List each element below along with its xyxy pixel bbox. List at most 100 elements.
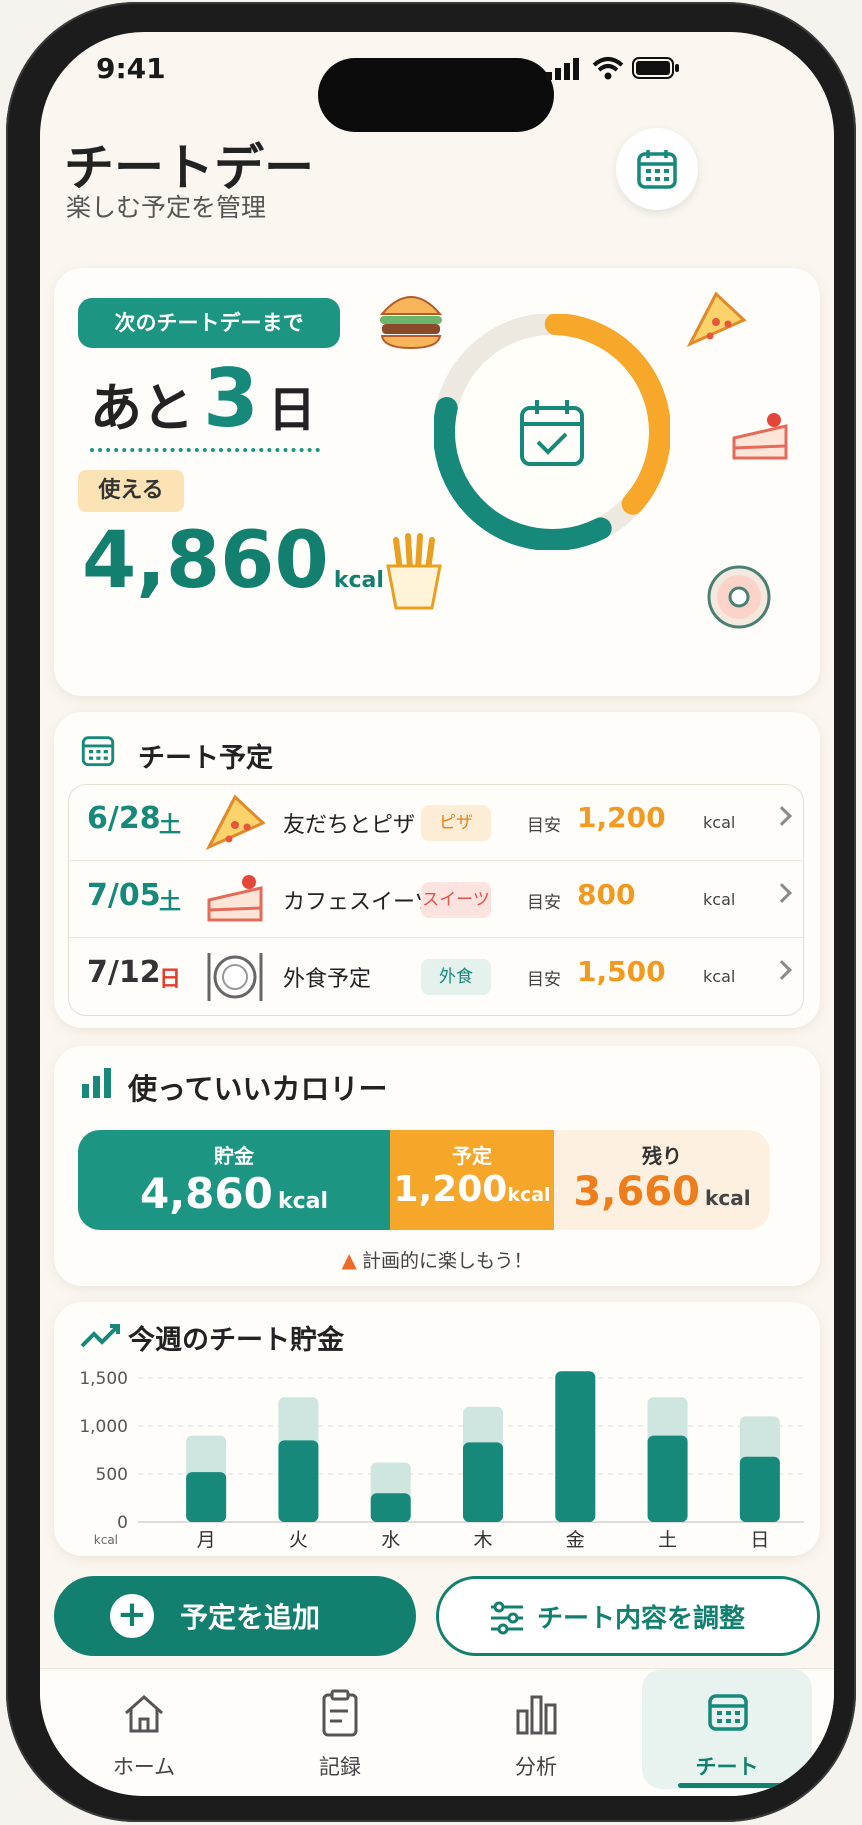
pizza-slice-icon xyxy=(686,291,747,348)
remaining-value-wrap: 3,660 kcal xyxy=(554,1169,770,1215)
saving-unit: kcal xyxy=(277,1189,328,1214)
screen: 9:41 チートデー 楽しむ予定を管理 次のチートデーまで あと 3 日 使える… xyxy=(40,32,834,1796)
x-tick-label: 月 xyxy=(197,1529,216,1551)
schedule-dow: 土 xyxy=(159,890,182,915)
bar-front xyxy=(370,1493,411,1522)
calories-note-wrap: ▲ 計画的に楽しもう！ xyxy=(54,1246,820,1273)
tab-record-label: 記録 xyxy=(319,1755,361,1779)
countdown-card: 次のチートデーまで あと 3 日 使える 4,860 kcal xyxy=(54,268,820,696)
bar-front xyxy=(463,1442,503,1522)
planned-value-wrap: 1,200kcal xyxy=(390,1169,554,1210)
schedule-date: 7/05 xyxy=(87,878,161,913)
tab-cheat[interactable]: チート xyxy=(642,1669,812,1789)
usable-badge: 使える xyxy=(78,470,184,512)
trend-icon xyxy=(80,1324,120,1348)
x-tick-label: 火 xyxy=(289,1529,308,1551)
bar-chart-icon xyxy=(516,1695,557,1735)
schedule-tag: ピザ xyxy=(421,805,491,841)
schedule-date: 6/28 xyxy=(87,801,161,836)
countdown-unit: 日 xyxy=(267,382,316,438)
schedule-list: 6/28 土友だちとピザ ピザ 目安 1,200 kcal 7/05 土カフェスイーツ スイーツ… xyxy=(68,784,804,1016)
calorie-bar: 貯金 4,860 kcal 予定 1,200kcal 残り 3,660 kcal xyxy=(78,1130,770,1230)
schedule-unit: kcal xyxy=(703,890,736,909)
usable-value: 4,860 xyxy=(82,516,329,606)
countdown-badge-label: 次のチートデーまで xyxy=(114,311,304,335)
countdown-badge: 次のチートデーまで xyxy=(78,298,340,348)
schedule-dow: 土 xyxy=(159,813,182,838)
cake-icon xyxy=(207,875,263,922)
chevron-right-icon xyxy=(772,960,792,980)
signal-icon xyxy=(546,58,579,80)
schedule-name: カフェスイーツ xyxy=(283,890,437,915)
schedule-row[interactable]: 7/12 日 外食予定 外食 目安 1,500 kcal xyxy=(69,939,803,1015)
usable-label: 使える xyxy=(98,478,164,503)
x-tick-label: 金 xyxy=(566,1529,585,1551)
home-icon xyxy=(125,1694,163,1733)
fries-icon xyxy=(386,533,442,610)
plate-icon xyxy=(207,953,263,1001)
bar-front xyxy=(739,1456,780,1522)
remaining-label: 残り xyxy=(642,1144,682,1168)
cake-icon xyxy=(732,413,788,460)
bar-chart-icon xyxy=(82,1068,111,1098)
tab-analysis-label: 分析 xyxy=(515,1755,557,1779)
schedule-date: 7/12 xyxy=(87,955,161,990)
calendar-icon xyxy=(708,1694,748,1731)
chevron-right-icon xyxy=(772,883,792,903)
calendar-icon xyxy=(637,150,677,189)
weekly-card: 今週のチート貯金 1,500 1,000 500 0 kcal 月火水木金土日 xyxy=(54,1302,820,1556)
calendar-icon xyxy=(81,736,115,767)
plus-icon: + xyxy=(110,1594,154,1638)
schedule-dow: 日 xyxy=(159,967,182,992)
usable-value-wrap: 4,860 kcal xyxy=(82,516,384,606)
x-tick-label: 日 xyxy=(750,1529,769,1551)
tab-home-label: ホーム xyxy=(112,1755,176,1779)
schedule-name: 友だちとピザ xyxy=(283,813,416,838)
y-tick-label: 500 xyxy=(96,1465,128,1485)
calorie-seg-planned: 予定 1,200kcal xyxy=(390,1130,554,1230)
adjust-label: チート内容を調整 xyxy=(537,1604,746,1634)
saving-value-wrap: 4,860 kcal xyxy=(78,1169,390,1218)
clipboard-icon xyxy=(322,1689,358,1737)
y-tick-label: 0 xyxy=(117,1513,128,1533)
tab-analysis[interactable]: 分析 xyxy=(446,1669,626,1789)
tab-record[interactable]: 記録 xyxy=(250,1669,430,1789)
countdown-days: 3 xyxy=(203,352,259,445)
remaining-value: 3,660 xyxy=(573,1169,700,1215)
schedule-meyasu: 目安 xyxy=(527,970,561,990)
saving-value: 4,860 xyxy=(139,1169,273,1218)
pizza-icon xyxy=(205,794,265,851)
schedule-kcal: 1,200 xyxy=(577,801,666,834)
schedule-row[interactable]: 6/28 土 友だちとピザ ピザ 目安 1,200 kcal xyxy=(69,785,803,861)
battery-icon xyxy=(632,57,679,79)
planned-label: 予定 xyxy=(452,1144,492,1168)
countdown-text: あと 3 日 xyxy=(90,352,316,445)
status-time: 9:41 xyxy=(96,52,166,85)
y-tick-label: 1,000 xyxy=(79,1417,128,1437)
weekly-chart: 1,500 1,000 500 0kcal 月 火 水 木 金 土 日 xyxy=(79,1369,804,1551)
planned-unit: kcal xyxy=(507,1184,551,1206)
adjust-button[interactable]: チート内容を調整 xyxy=(436,1576,820,1656)
x-tick-label: 木 xyxy=(473,1529,492,1551)
schedule-row[interactable]: 7/05 土 カフェスイーツ スイーツ 目安 800 kcal xyxy=(69,862,803,938)
bar-front xyxy=(647,1435,688,1522)
donut-icon xyxy=(707,565,771,629)
schedule-card: チート予定 6/28 土友だちとピザ ピザ 目安 1,200 kcal 7/05 土カフェスイ… xyxy=(54,712,820,1028)
add-plan-button[interactable]: + 予定を追加 xyxy=(54,1576,416,1656)
calories-title: 使っていいカロリー xyxy=(128,1072,388,1106)
countdown-ring xyxy=(434,314,670,550)
y-unit-label: kcal xyxy=(94,1533,118,1547)
schedule-name: 外食予定 xyxy=(283,967,372,992)
bar-front xyxy=(186,1472,227,1522)
calendar-button[interactable] xyxy=(616,128,698,210)
burger-icon xyxy=(379,296,443,350)
calorie-seg-saving: 貯金 4,860 kcal xyxy=(78,1130,390,1230)
tab-home[interactable]: ホーム xyxy=(54,1669,234,1789)
flame-icon: ▲ xyxy=(341,1248,357,1272)
schedule-meyasu: 目安 xyxy=(527,816,561,836)
tab-active-indicator xyxy=(678,1783,794,1788)
schedule-meyasu: 目安 xyxy=(527,893,561,913)
bar-front xyxy=(555,1371,596,1522)
schedule-title: チート予定 xyxy=(138,743,273,774)
sliders-icon xyxy=(491,1601,523,1635)
